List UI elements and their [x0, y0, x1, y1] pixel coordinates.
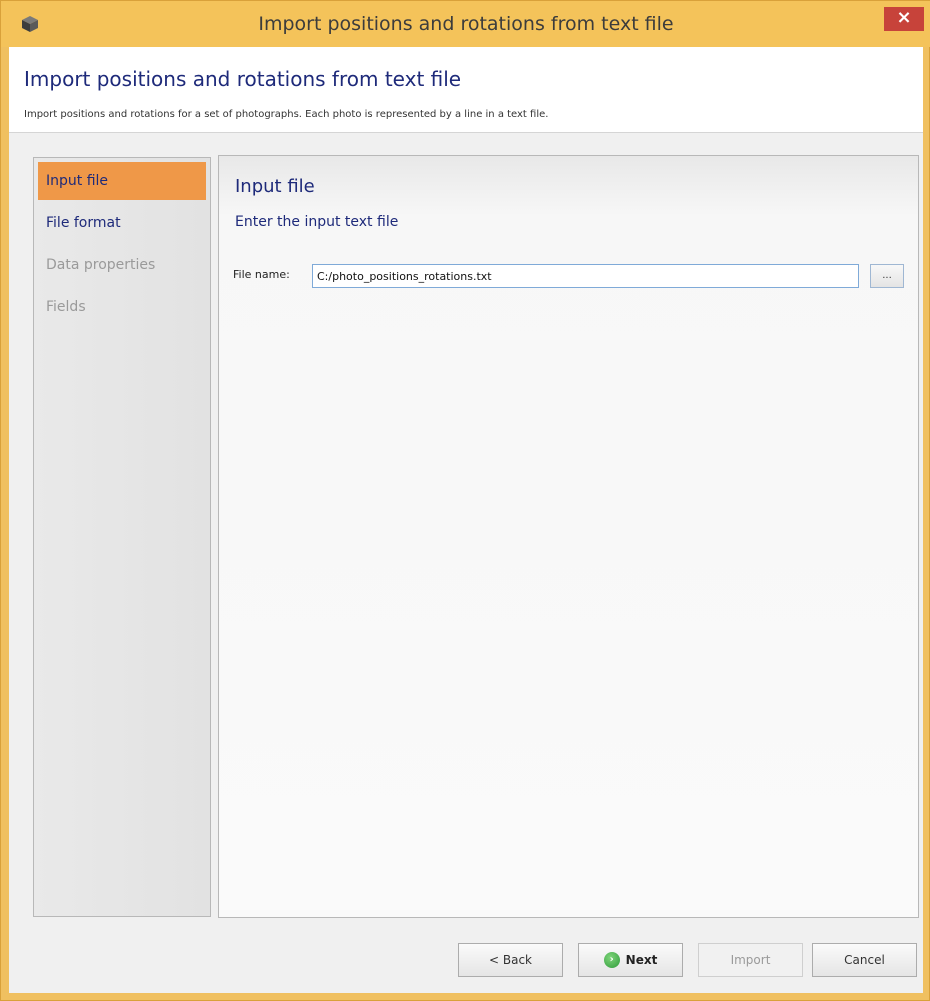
import-dialog-window: Import positions and rotations from text… — [0, 0, 930, 1001]
sidebar-item-fields: Fields — [46, 299, 86, 315]
wizard-steps-sidebar: Input file File format Data properties F… — [33, 157, 211, 917]
header-title: Import positions and rotations from text… — [24, 67, 462, 91]
cancel-button[interactable]: Cancel — [812, 943, 917, 977]
dialog-client-area: Import positions and rotations from text… — [9, 47, 923, 993]
title-bar[interactable]: Import positions and rotations from text… — [1, 1, 930, 47]
back-button[interactable]: < Back — [458, 943, 563, 977]
browse-button[interactable]: ... — [870, 264, 904, 288]
next-button-label: Next — [625, 953, 658, 967]
step-content-panel: Input file Enter the input text file Fil… — [218, 155, 919, 918]
step-subtitle: Enter the input text file — [235, 214, 399, 230]
window-title: Import positions and rotations from text… — [258, 13, 674, 35]
sidebar-item-data-properties: Data properties — [46, 257, 156, 273]
next-button[interactable]: › Next — [578, 943, 683, 977]
import-button: Import — [698, 943, 803, 977]
close-icon[interactable]: × — [884, 7, 924, 31]
sidebar-item-input-file[interactable]: Input file — [38, 162, 206, 200]
sidebar-item-file-format[interactable]: File format — [38, 204, 206, 242]
header-description: Import positions and rotations for a set… — [24, 109, 549, 120]
dialog-header: Import positions and rotations from text… — [9, 47, 923, 133]
dialog-footer: < Back › Next Import Cancel — [9, 927, 923, 993]
step-title: Input file — [235, 176, 315, 197]
file-name-input[interactable] — [312, 264, 859, 288]
arrow-right-circle-icon: › — [603, 951, 620, 968]
file-name-label: File name: — [233, 268, 290, 281]
